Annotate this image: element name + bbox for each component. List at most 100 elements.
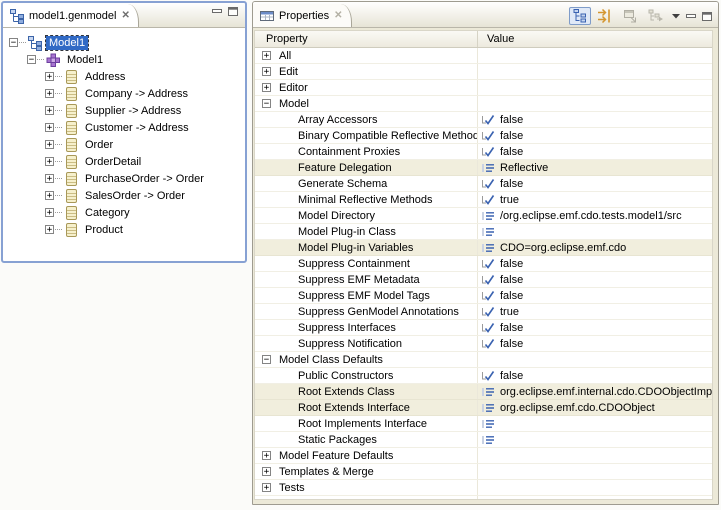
property-value-cell[interactable]: false (478, 128, 712, 143)
tab-model1-genmodel[interactable]: model1.genmodel ✕ (3, 4, 139, 27)
property-row-model-directory[interactable]: Model Directory/org.eclipse.emf.cdo.test… (255, 208, 712, 224)
expand-toggle-icon[interactable]: + (262, 451, 271, 460)
property-row-array-accessors[interactable]: Array Accessorsfalse (255, 112, 712, 128)
category-row-editor[interactable]: +Editor (255, 80, 712, 96)
collapse-toggle-icon[interactable]: − (262, 99, 271, 108)
property-value-cell[interactable] (478, 224, 712, 239)
property-value-cell[interactable]: false (478, 368, 712, 383)
category-row-edit[interactable]: +Edit (255, 64, 712, 80)
property-row-suppress-genmodel-annotations[interactable]: Suppress GenModel Annotationstrue (255, 304, 712, 320)
expand-toggle-icon[interactable]: + (262, 83, 271, 92)
property-value-cell[interactable]: false (478, 336, 712, 351)
property-row-containment-proxies[interactable]: Containment Proxiesfalse (255, 144, 712, 160)
property-value-cell[interactable] (478, 432, 712, 447)
property-value-cell[interactable]: false (478, 112, 712, 127)
maximize-icon[interactable] (701, 11, 714, 22)
property-row-root-extends-class[interactable]: Root Extends Classorg.eclipse.emf.intern… (255, 384, 712, 400)
property-row-model-plug-in-class[interactable]: Model Plug-in Class (255, 224, 712, 240)
property-row-suppress-emf-metadata[interactable]: Suppress EMF Metadatafalse (255, 272, 712, 288)
expand-toggle-icon[interactable]: + (45, 123, 54, 132)
property-value-cell[interactable]: true (478, 304, 712, 319)
property-value-cell[interactable]: CDO=org.eclipse.emf.cdo (478, 240, 712, 255)
property-value-cell[interactable]: Reflective (478, 160, 712, 175)
column-header-property[interactable]: Property (255, 31, 478, 47)
tree-item-label[interactable]: OrderDetail (82, 155, 144, 169)
tree-item-label[interactable]: Category (82, 206, 133, 220)
expand-toggle-icon[interactable]: + (262, 483, 271, 492)
property-value-cell[interactable] (478, 64, 712, 79)
expand-toggle-icon[interactable]: + (45, 106, 54, 115)
category-row-model[interactable]: −Model (255, 96, 712, 112)
tree-item-label[interactable]: Order (82, 138, 116, 152)
show-categories-button[interactable] (569, 7, 591, 25)
category-row-templates-merge[interactable]: +Templates & Merge (255, 464, 712, 480)
expand-toggle-icon[interactable]: + (45, 72, 54, 81)
category-row-model-class-defaults[interactable]: −Model Class Defaults (255, 352, 712, 368)
property-value-cell[interactable]: false (478, 272, 712, 287)
tree-item-label[interactable]: Product (82, 223, 126, 237)
property-value-cell[interactable] (478, 480, 712, 495)
tree-item-label[interactable]: Address (82, 70, 128, 84)
property-row-binary-compatible-reflective-methods[interactable]: Binary Compatible Reflective Methodsfals… (255, 128, 712, 144)
property-row-feature-delegation[interactable]: Feature DelegationReflective (255, 160, 712, 176)
property-row-model-plug-in-variables[interactable]: Model Plug-in VariablesCDO=org.eclipse.e… (255, 240, 712, 256)
tree-item-label[interactable]: Company -> Address (82, 87, 191, 101)
expand-toggle-icon[interactable]: + (45, 225, 54, 234)
property-row-generate-schema[interactable]: Generate Schemafalse (255, 176, 712, 192)
property-row-suppress-notification[interactable]: Suppress Notificationfalse (255, 336, 712, 352)
property-value-cell[interactable] (478, 352, 712, 367)
close-icon[interactable]: ✕ (333, 11, 343, 21)
property-value-cell[interactable] (478, 80, 712, 95)
property-row-minimal-reflective-methods[interactable]: Minimal Reflective Methodstrue (255, 192, 712, 208)
expand-toggle-icon[interactable]: + (262, 467, 271, 476)
category-row-tests[interactable]: +Tests (255, 480, 712, 496)
property-row-public-constructors[interactable]: Public Constructorsfalse (255, 368, 712, 384)
property-row-static-packages[interactable]: Static Packages (255, 432, 712, 448)
property-value-cell[interactable] (478, 464, 712, 479)
view-menu-button[interactable] (669, 7, 682, 25)
expand-toggle-icon[interactable]: + (262, 51, 271, 60)
tree-item-label[interactable]: Supplier -> Address (82, 104, 184, 118)
collapse-toggle-icon[interactable]: − (9, 38, 18, 47)
tree-item-label[interactable]: PurchaseOrder -> Order (82, 172, 207, 186)
property-value-cell[interactable]: true (478, 192, 712, 207)
minimize-icon[interactable] (211, 6, 224, 17)
property-value-cell[interactable]: false (478, 288, 712, 303)
tree-item-label[interactable]: Model1 (46, 36, 88, 50)
property-row-root-implements-interface[interactable]: Root Implements Interface (255, 416, 712, 432)
tab-properties[interactable]: Properties ✕ (253, 4, 352, 27)
property-value-cell[interactable]: /org.eclipse.emf.cdo.tests.model1/src (478, 208, 712, 223)
property-value-cell[interactable]: false (478, 320, 712, 335)
expand-toggle-icon[interactable]: + (45, 140, 54, 149)
category-row-model-feature-defaults[interactable]: +Model Feature Defaults (255, 448, 712, 464)
maximize-icon[interactable] (227, 6, 240, 17)
minimize-icon[interactable] (685, 11, 698, 22)
expand-toggle-icon[interactable]: + (45, 208, 54, 217)
collapse-toggle-icon[interactable]: − (262, 355, 271, 364)
property-value-cell[interactable] (478, 416, 712, 431)
pin-to-selection-button[interactable] (644, 7, 666, 25)
tree-item-label[interactable]: SalesOrder -> Order (82, 189, 188, 203)
expand-toggle-icon[interactable]: + (45, 157, 54, 166)
property-value-cell[interactable]: org.eclipse.emf.cdo.CDOObject (478, 400, 712, 415)
property-value-cell[interactable]: false (478, 144, 712, 159)
column-header-value[interactable]: Value (478, 33, 712, 45)
restore-default-value-button[interactable] (619, 7, 641, 25)
expand-toggle-icon[interactable]: + (45, 191, 54, 200)
property-row-root-extends-interface[interactable]: Root Extends Interfaceorg.eclipse.emf.cd… (255, 400, 712, 416)
show-advanced-properties-button[interactable] (594, 7, 616, 25)
close-icon[interactable]: ✕ (120, 11, 130, 21)
property-row-suppress-containment[interactable]: Suppress Containmentfalse (255, 256, 712, 272)
collapse-toggle-icon[interactable]: − (27, 55, 36, 64)
expand-toggle-icon[interactable]: + (262, 67, 271, 76)
property-row-suppress-interfaces[interactable]: Suppress Interfacesfalse (255, 320, 712, 336)
property-value-cell[interactable] (478, 48, 712, 63)
expand-toggle-icon[interactable]: + (45, 89, 54, 98)
tree-item-label[interactable]: Customer -> Address (82, 121, 192, 135)
property-value-cell[interactable]: false (478, 256, 712, 271)
category-row-all[interactable]: +All (255, 48, 712, 64)
property-value-cell[interactable]: org.eclipse.emf.internal.cdo.CDOObjectIm… (478, 384, 712, 399)
property-row-suppress-emf-model-tags[interactable]: Suppress EMF Model Tagsfalse (255, 288, 712, 304)
property-value-cell[interactable] (478, 448, 712, 463)
expand-toggle-icon[interactable]: + (45, 174, 54, 183)
